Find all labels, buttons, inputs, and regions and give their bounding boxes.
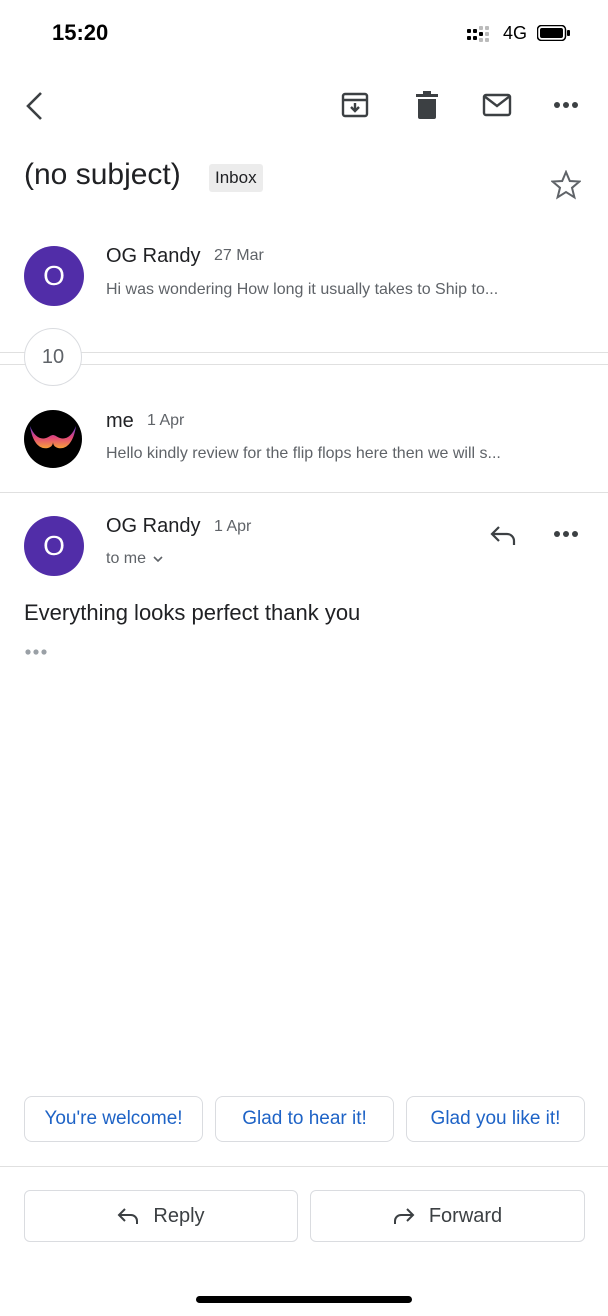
more-horizontal-icon (554, 531, 578, 537)
forward-icon (393, 1208, 415, 1224)
reply-button[interactable]: Reply (24, 1190, 298, 1242)
divider (0, 492, 608, 493)
message-row-2[interactable]: me 1 Apr Hello kindly review for the fli… (0, 394, 608, 490)
avatar: O (24, 516, 84, 576)
reply-icon (118, 1208, 139, 1224)
sender-name: OG Randy (106, 515, 201, 537)
message-body: Everything looks perfect thank you (24, 600, 361, 625)
reply-icon (490, 526, 516, 545)
collapsed-messages-count[interactable]: 10 (24, 328, 82, 386)
delete-button[interactable] (408, 86, 446, 124)
avatar: O (24, 246, 84, 306)
sender-name: me (106, 410, 134, 432)
message-date: 1 Apr (147, 412, 185, 429)
message-more-button[interactable] (548, 520, 584, 548)
mail-icon (482, 93, 512, 117)
divider (0, 1166, 608, 1167)
message-row-1[interactable]: O OG Randy 27 Mar Hi was wondering How l… (0, 230, 608, 330)
divider (0, 364, 608, 365)
chevron-down-icon (153, 556, 163, 563)
network-type: 4G (503, 23, 528, 43)
home-indicator[interactable] (196, 1296, 412, 1303)
show-trimmed-content-button[interactable] (24, 645, 50, 657)
message-date: 27 Mar (214, 247, 264, 264)
avatar (24, 410, 82, 468)
chevron-left-icon (26, 92, 42, 120)
more-options-button[interactable] (548, 90, 584, 120)
reply-label: Reply (153, 1204, 205, 1227)
star-outline-icon (551, 170, 581, 200)
sender-name: OG Randy (106, 245, 201, 267)
forward-button[interactable]: Forward (310, 1190, 585, 1242)
reply-icon-button[interactable] (484, 518, 522, 552)
mark-unread-button[interactable] (478, 86, 516, 124)
status-time: 15:20 (52, 20, 109, 45)
mustache-logo-icon (30, 426, 76, 449)
message-snippet: Hello kindly review for the flip flops h… (106, 445, 501, 462)
smart-reply-3[interactable]: Glad you like it! (406, 1096, 585, 1142)
more-horizontal-icon (25, 649, 47, 655)
battery-icon (536, 24, 570, 42)
message-date: 1 Apr (214, 518, 252, 535)
recipient-text: to me (106, 550, 147, 567)
smart-reply-2[interactable]: Glad to hear it! (215, 1096, 394, 1142)
smart-reply-1[interactable]: You're welcome! (24, 1096, 203, 1142)
divider (0, 352, 608, 353)
signal-strength-icon (467, 26, 493, 42)
recipient-details-toggle[interactable]: to me (106, 550, 164, 568)
star-button[interactable] (548, 168, 584, 202)
inbox-label-chip[interactable]: Inbox (209, 164, 263, 192)
email-subject: (no subject) (24, 158, 181, 191)
forward-label: Forward (428, 1204, 503, 1227)
back-button[interactable] (18, 86, 50, 126)
more-horizontal-icon (554, 102, 578, 108)
message-snippet: Hi was wondering How long it usually tak… (106, 281, 499, 298)
archive-icon (341, 92, 369, 118)
archive-button[interactable] (336, 86, 374, 124)
trash-icon (416, 91, 438, 119)
